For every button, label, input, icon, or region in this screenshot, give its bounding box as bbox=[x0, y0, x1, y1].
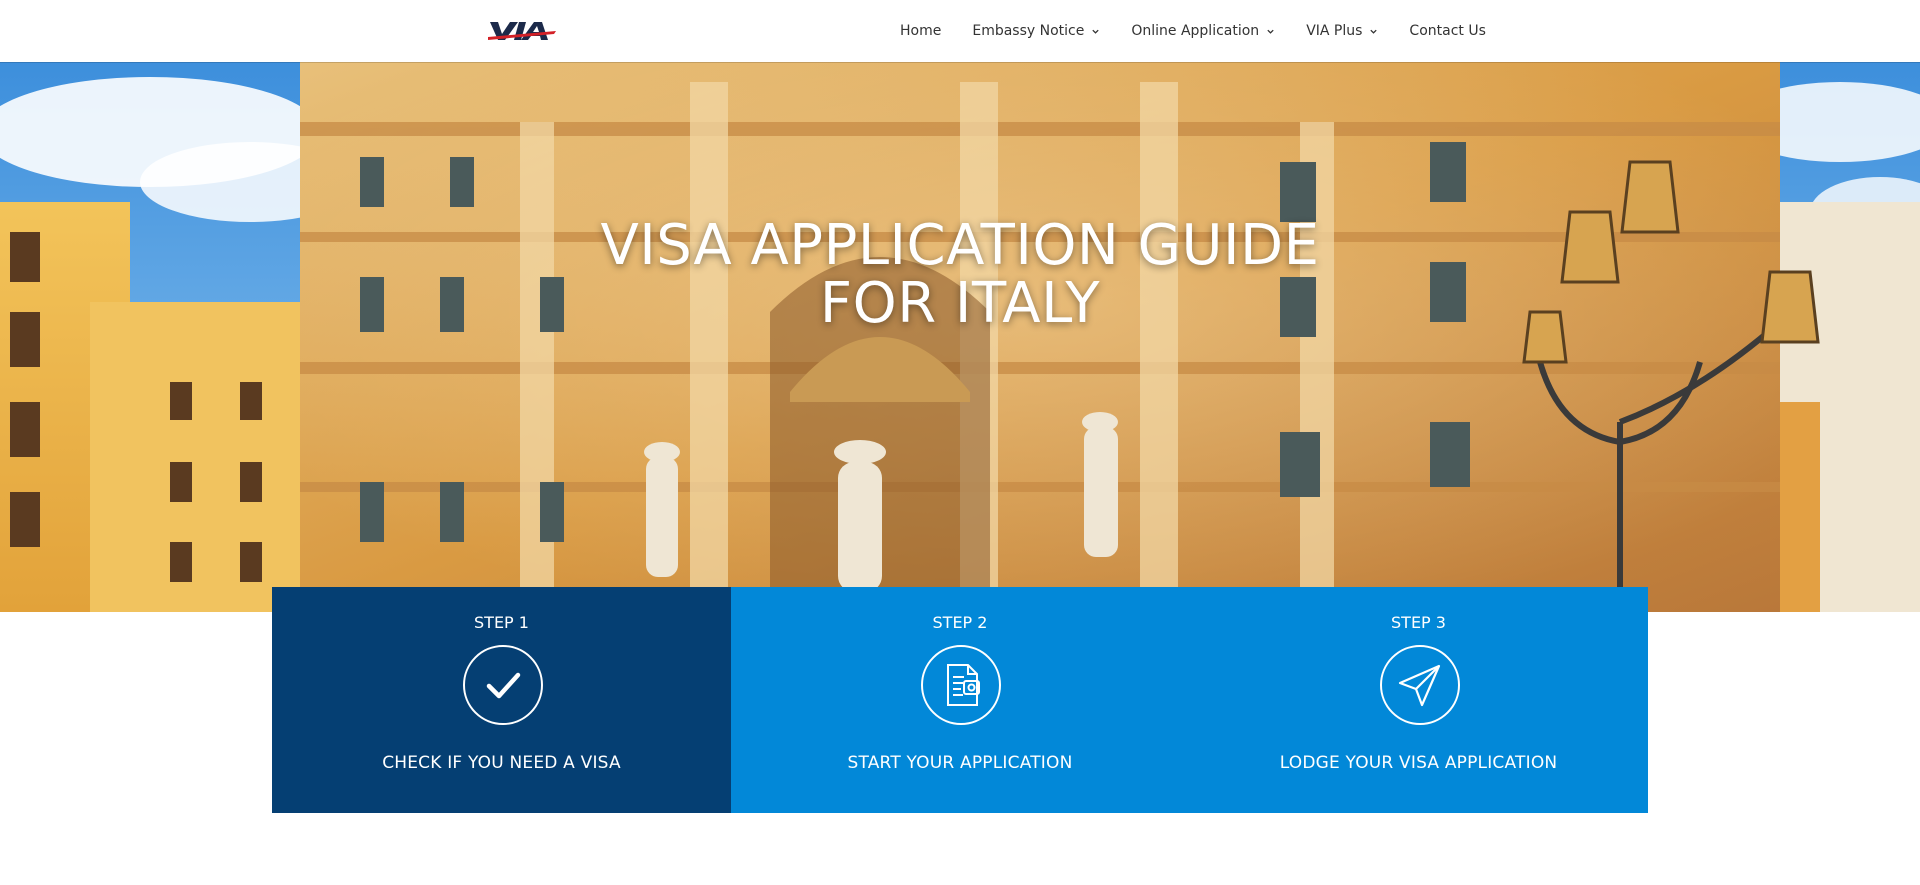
step-3-number: STEP 3 bbox=[1391, 613, 1446, 632]
nav-via-plus-label: VIA Plus bbox=[1306, 23, 1363, 39]
main-nav: Home Embassy Notice Online Application V… bbox=[900, 0, 1486, 62]
step-3-card[interactable]: STEP 3 LODGE YOUR VISA APPLICATION bbox=[1189, 587, 1648, 813]
nav-contact-us-label: Contact Us bbox=[1409, 23, 1486, 39]
step-1-label: CHECK IF YOU NEED A VISA bbox=[382, 753, 621, 773]
nav-home[interactable]: Home bbox=[900, 23, 941, 39]
chevron-down-icon bbox=[1092, 29, 1099, 34]
step-2-label: START YOUR APPLICATION bbox=[847, 753, 1073, 773]
paper-plane-icon bbox=[1379, 645, 1460, 725]
steps-bar: STEP 1 CHECK IF YOU NEED A VISA STEP 2 S… bbox=[272, 587, 1648, 813]
via-logo-icon bbox=[488, 22, 556, 40]
chevron-down-icon bbox=[1370, 29, 1378, 34]
site-header: Home Embassy Notice Online Application V… bbox=[0, 0, 1920, 62]
hero-title: VISA APPLICATION GUIDE FOR ITALY bbox=[0, 217, 1920, 333]
checkmark-icon bbox=[462, 645, 543, 725]
hero-banner: VISA APPLICATION GUIDE FOR ITALY bbox=[0, 62, 1920, 612]
nav-online-application-label: Online Application bbox=[1131, 23, 1260, 39]
nav-embassy-notice-label: Embassy Notice bbox=[972, 23, 1085, 39]
nav-home-label: Home bbox=[900, 23, 942, 39]
document-icon bbox=[921, 645, 1001, 725]
nav-contact-us[interactable]: Contact Us bbox=[1409, 23, 1485, 39]
step-2-number: STEP 2 bbox=[932, 613, 988, 632]
step-1-number: STEP 1 bbox=[474, 613, 529, 632]
trevi-fountain-image bbox=[0, 62, 1920, 612]
chevron-down-icon bbox=[1267, 29, 1274, 34]
hero-title-line1: VISA APPLICATION GUIDE bbox=[600, 213, 1320, 278]
nav-online-application[interactable]: Online Application bbox=[1131, 23, 1275, 39]
step-1-card[interactable]: STEP 1 CHECK IF YOU NEED A VISA bbox=[272, 587, 731, 813]
nav-embassy-notice[interactable]: Embassy Notice bbox=[972, 23, 1100, 39]
nav-via-plus[interactable]: VIA Plus bbox=[1306, 23, 1378, 39]
hero-title-line2: FOR ITALY bbox=[819, 271, 1101, 336]
step-3-label: LODGE YOUR VISA APPLICATION bbox=[1279, 753, 1558, 773]
via-logo[interactable] bbox=[488, 18, 556, 44]
step-2-card[interactable]: STEP 2 START YOUR APPLICATION bbox=[731, 587, 1189, 813]
